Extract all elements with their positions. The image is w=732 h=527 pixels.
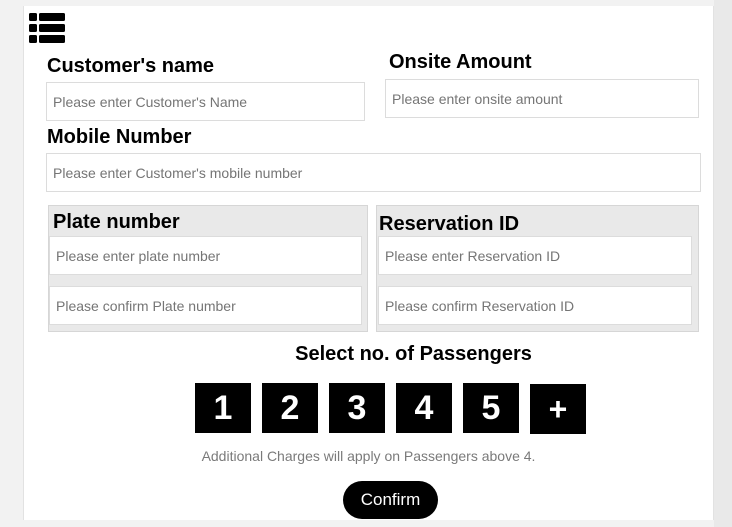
mobile-number-input[interactable]	[46, 153, 701, 192]
reservation-id-confirm-input[interactable]	[378, 286, 692, 325]
passenger-5-button[interactable]: 5	[463, 383, 519, 433]
reservation-id-label: Reservation ID	[379, 213, 520, 235]
list-menu-icon[interactable]	[29, 13, 65, 43]
mobile-number-label: Mobile Number	[47, 126, 192, 148]
onsite-amount-label: Onsite Amount	[389, 51, 532, 73]
customer-name-input[interactable]	[46, 82, 365, 121]
passengers-charge-note: Additional Charges will apply on Passeng…	[201, 448, 536, 464]
passenger-1-button[interactable]: 1	[195, 383, 251, 433]
plate-number-label: Plate number	[53, 211, 180, 233]
plate-number-confirm-input[interactable]	[49, 286, 362, 325]
plate-number-input[interactable]	[49, 236, 362, 275]
passengers-title: Select no. of Passengers	[295, 343, 532, 365]
confirm-button[interactable]: Confirm	[343, 481, 438, 519]
customer-name-label: Customer's name	[47, 55, 215, 77]
onsite-amount-input[interactable]	[385, 79, 699, 118]
reservation-id-input[interactable]	[378, 236, 692, 275]
passenger-2-button[interactable]: 2	[262, 383, 318, 433]
passenger-more-button[interactable]: +	[530, 384, 586, 434]
passenger-4-button[interactable]: 4	[396, 383, 452, 433]
passenger-3-button[interactable]: 3	[329, 383, 385, 433]
